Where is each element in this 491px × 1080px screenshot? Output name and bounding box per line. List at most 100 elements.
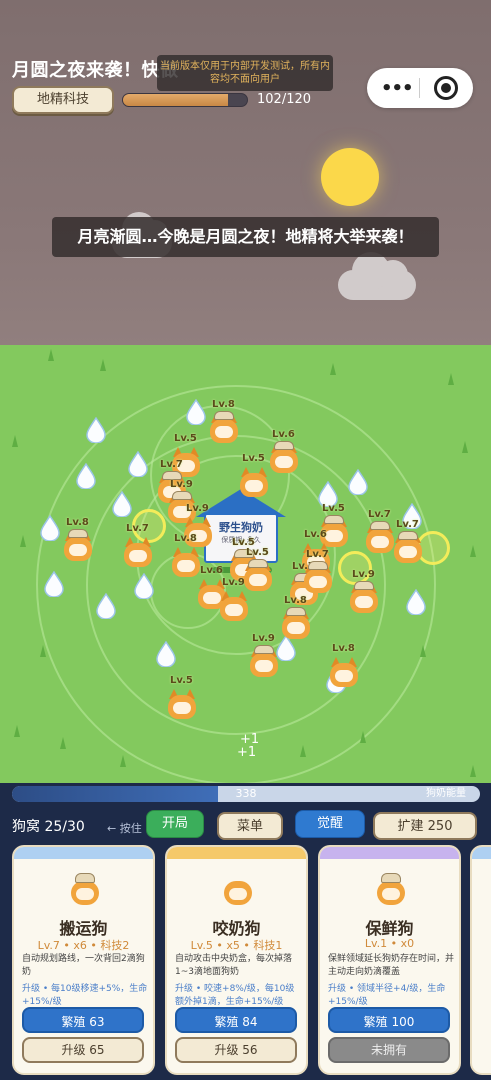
milk-drop-icon[interactable]: [128, 451, 148, 477]
milk-drop-icon[interactable]: [112, 491, 132, 517]
shiba-dog[interactable]: [236, 465, 272, 499]
milk-drop-icon[interactable]: [44, 571, 64, 597]
breed-button[interactable]: 繁殖 100: [328, 1007, 450, 1033]
tech-progress-bar: [122, 93, 248, 107]
expand-button[interactable]: 扩建 250: [373, 812, 477, 840]
awaken-button[interactable]: 觉醒: [295, 810, 365, 838]
dog-level-label: Lv.8: [332, 643, 355, 654]
hold-hint: ← 按住: [107, 822, 142, 835]
dog-level-label: Lv.6: [272, 429, 295, 440]
dog-stats: Lv.7 • x6 • 科技2: [37, 939, 130, 952]
dog-level-label: Lv.7: [126, 523, 149, 534]
card-strip: [14, 847, 153, 859]
grass-tuft: [448, 373, 454, 385]
dog-desc: 保鲜领域延长狗奶存在时间，并主动走向奶滴覆盖: [328, 954, 455, 977]
grass-tuft: [300, 745, 306, 757]
dog-name: 咬奶狗: [212, 919, 261, 938]
goblin-tech-button[interactable]: 地精科技: [12, 86, 114, 114]
not-owned-button: 未拥有: [328, 1037, 450, 1063]
dog-level-label: Lv.8: [66, 517, 89, 528]
grass-tuft: [470, 765, 476, 777]
breed-button[interactable]: 繁殖 63: [22, 1007, 144, 1033]
dog-card-peek[interactable]: [470, 845, 491, 1075]
grass-tuft: [60, 737, 66, 749]
milk-drop-icon[interactable]: [134, 573, 154, 599]
dev-notice: 当前版本仅用于内部开发测试，所有内容均不面向用户: [157, 55, 333, 91]
grass-tuft: [120, 755, 126, 767]
dog-level-label: Lv.9: [170, 479, 193, 490]
tech-progress-count: 102/120: [257, 92, 312, 107]
dog-level-label: Lv.8: [174, 533, 197, 544]
milk-drop-icon[interactable]: [40, 515, 60, 541]
miniprogram-capsule: •••: [367, 68, 473, 108]
milk-drop-icon[interactable]: [156, 641, 176, 667]
shiba-dog[interactable]: [246, 645, 282, 679]
night-sky: [0, 0, 491, 345]
shiba-dog[interactable]: [60, 529, 96, 563]
dog-level-label: Lv.8: [284, 595, 307, 606]
dog-desc: 自动规划路线，一次背回2滴狗奶: [22, 954, 145, 977]
grass-tuft: [360, 731, 366, 743]
grass-tuft: [12, 435, 18, 447]
shiba-dog[interactable]: [164, 687, 200, 721]
dog-name: 搬运狗: [59, 919, 108, 938]
dog-level-label: Lv.9: [186, 503, 209, 514]
milk-drop-icon[interactable]: [76, 463, 96, 489]
milk-drop-icon[interactable]: [186, 399, 206, 425]
tech-progress-fill: [123, 94, 229, 106]
more-menu-icon[interactable]: •••: [381, 78, 414, 99]
grass-tuft: [462, 441, 468, 453]
dog-level-label: Lv.5: [174, 433, 197, 444]
dog-level-label: Lv.5: [242, 453, 265, 464]
milk-drop-icon[interactable]: [348, 469, 368, 495]
upgrade-button[interactable]: 升级 65: [22, 1037, 144, 1063]
dog-level-label: Lv.8: [212, 399, 235, 410]
card-strip: [320, 847, 459, 859]
dog-stats: Lv.1 • x0: [364, 937, 415, 950]
grass-tuft: [330, 363, 336, 375]
upgrade-button[interactable]: 升级 56: [175, 1037, 297, 1063]
dog-level-label: Lv.5: [322, 503, 345, 514]
card-strip: [472, 847, 491, 859]
milk-drop-icon[interactable]: [406, 589, 426, 615]
game-field[interactable]: 野生狗奶 保质期: 永久 +1 +1 Lv.8 Lv.5 Lv.6 Lv.7 Lv.5 L…: [0, 345, 491, 785]
grass-tuft: [420, 645, 426, 657]
shiba-dog[interactable]: [390, 531, 426, 565]
breed-button[interactable]: 繁殖 84: [175, 1007, 297, 1033]
shiba-dog[interactable]: [278, 607, 314, 641]
milk-drop-icon[interactable]: [86, 417, 106, 443]
carrier-dog-icon: [68, 873, 102, 907]
dog-level-label: Lv.5: [246, 547, 269, 558]
card-strip: [167, 847, 306, 859]
shiba-dog[interactable]: [346, 581, 382, 615]
grass-tuft: [48, 349, 54, 361]
dog-stats: Lv.5 • x5 • 科技1: [190, 939, 283, 952]
shiba-dog[interactable]: [240, 559, 276, 593]
dog-card[interactable]: 保鲜狗 Lv.1 • x0 保鲜领域延长狗奶存在时间，并主动走向奶滴覆盖 升级 …: [318, 845, 461, 1075]
shiba-dog[interactable]: [120, 535, 156, 569]
dog-card[interactable]: 咬奶狗 Lv.5 • x5 • 科技1 自动攻击中央奶盒，每次掉落1~3滴地面狗…: [165, 845, 308, 1075]
grass-tuft: [40, 645, 46, 657]
dog-level-label: Lv.7: [306, 549, 329, 560]
shiba-dog[interactable]: [300, 561, 336, 595]
menu-button[interactable]: 菜单: [217, 812, 283, 840]
dog-level-label: Lv.5: [170, 675, 193, 686]
milk-drop-icon[interactable]: [96, 593, 116, 619]
close-target-icon[interactable]: [434, 76, 458, 100]
start-button[interactable]: 开局: [146, 810, 204, 838]
dog-level-label: Lv.6: [200, 565, 223, 576]
grass-tuft: [470, 545, 476, 557]
dog-level-label: Lv.9: [352, 569, 375, 580]
grass-tuft: [100, 359, 106, 371]
shiba-dog[interactable]: [216, 589, 252, 623]
capsule-divider: [419, 78, 420, 98]
shiba-dog[interactable]: [326, 655, 362, 689]
kennel-count: 狗窝 25/30: [12, 819, 85, 835]
dog-level-label: Lv.7: [160, 459, 183, 470]
shiba-dog[interactable]: [168, 545, 204, 579]
shiba-dog[interactable]: [206, 411, 242, 445]
dog-card[interactable]: 搬运狗 Lv.7 • x6 • 科技2 自动规划路线，一次背回2滴狗奶 升级 •…: [12, 845, 155, 1075]
event-banner: 月亮渐圆…今晚是月圆之夜！地精将大举来袭！: [52, 217, 439, 257]
cloud: [338, 252, 416, 300]
moon: [321, 148, 379, 206]
